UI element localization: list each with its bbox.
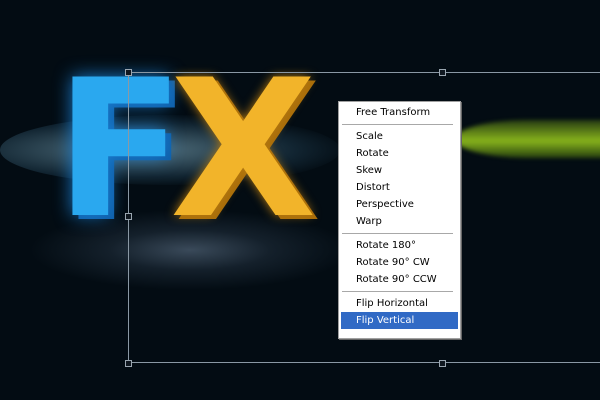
menu-item-flip-horizontal[interactable]: Flip Horizontal — [341, 295, 458, 312]
menu-item-perspective[interactable]: Perspective — [341, 196, 458, 213]
transform-handle-top-left[interactable] — [125, 69, 132, 76]
menu-item-rotate-90-ccw[interactable]: Rotate 90° CCW — [341, 271, 458, 288]
menu-separator — [342, 233, 453, 234]
menu-item-flip-vertical[interactable]: Flip Vertical — [341, 312, 458, 329]
menu-item-skew[interactable]: Skew — [341, 162, 458, 179]
menu-item-rotate[interactable]: Rotate — [341, 145, 458, 162]
transform-handle-bottom-left[interactable] — [125, 360, 132, 367]
menu-item-scale[interactable]: Scale — [341, 128, 458, 145]
menu-separator — [342, 124, 453, 125]
menu-item-warp[interactable]: Warp — [341, 213, 458, 230]
menu-separator — [342, 291, 453, 292]
menu-item-free-transform[interactable]: Free Transform — [341, 104, 458, 121]
transform-handle-bottom-middle[interactable] — [439, 360, 446, 367]
menu-item-rotate-90-cw[interactable]: Rotate 90° CW — [341, 254, 458, 271]
transform-handle-top-middle[interactable] — [439, 69, 446, 76]
transform-context-menu: Free Transform Scale Rotate Skew Distort… — [338, 101, 461, 339]
transform-handle-middle-left[interactable] — [125, 213, 132, 220]
menu-item-distort[interactable]: Distort — [341, 179, 458, 196]
menu-item-rotate-180[interactable]: Rotate 180° — [341, 237, 458, 254]
